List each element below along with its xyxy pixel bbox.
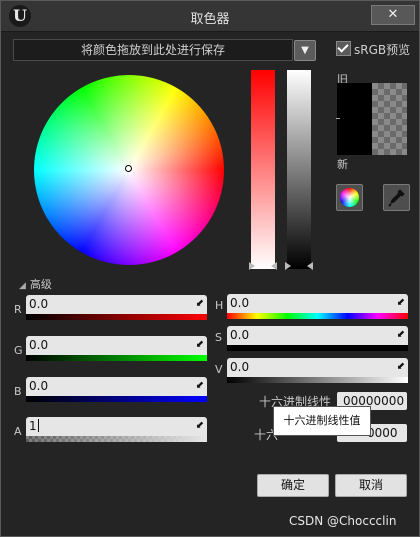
value-channel-field[interactable]: 0.0 ⬋ (227, 358, 408, 377)
srgb-preview-toggle[interactable]: sRGB预览 (336, 41, 410, 58)
hex-linear-tooltip: 十六进制线性值 (273, 406, 371, 436)
save-color-drop-zone[interactable]: 将颜色拖放到此处进行保存 (13, 39, 293, 61)
slider-handle-right-icon[interactable] (307, 262, 313, 270)
cancel-button[interactable]: 取消 (335, 474, 407, 497)
resize-arrow-icon: ⬋ (195, 339, 204, 350)
preview-alpha-swatch (372, 83, 407, 155)
saturation-channel-field[interactable]: 0.0 ⬋ (227, 326, 408, 345)
preview-opaque-swatch (337, 83, 372, 155)
saturation-channel-gradient (227, 345, 408, 351)
color-wheel-icon (340, 188, 359, 207)
resize-arrow-icon: ⬋ (396, 329, 405, 340)
eyedropper-icon (388, 189, 405, 207)
slider-handle-left-icon[interactable] (249, 262, 255, 270)
srgb-preview-label: sRGB预览 (354, 43, 411, 57)
saturation-channel-value: 0.0 (230, 328, 250, 342)
color-picker-window: U 取色器 ✕ 将颜色拖放到此处进行保存 ▼ sRGB预览 旧 新 ◢ 高级 R … (0, 0, 420, 537)
resize-arrow-icon: ⬋ (195, 298, 204, 309)
alpha-channel-field[interactable]: 1 ⬋ (26, 417, 207, 436)
green-channel-field[interactable]: 0.0 ⬋ (26, 336, 207, 355)
blue-channel-label: B (14, 385, 22, 398)
alpha-channel-label: A (14, 425, 22, 438)
value-channel-label: V (215, 363, 223, 376)
alpha-channel-value: 1 (29, 419, 37, 433)
blue-channel-gradient (26, 396, 207, 402)
ok-button[interactable]: 确定 (257, 474, 329, 497)
green-channel-label: G (14, 344, 23, 357)
expand-triangle-icon: ◢ (19, 281, 26, 291)
title-bar[interactable]: U 取色器 ✕ (1, 1, 419, 32)
advanced-label: 高级 (29, 278, 52, 291)
green-channel-value: 0.0 (29, 338, 49, 352)
value-channel-gradient (227, 377, 408, 383)
new-color-label: 新 (337, 158, 348, 171)
preview-divider (336, 118, 340, 119)
value-channel-value: 0.0 (230, 360, 250, 374)
color-preview (336, 83, 407, 155)
resize-arrow-icon: ⬋ (195, 420, 204, 431)
checkbox-icon[interactable] (336, 41, 351, 56)
red-channel-label: R (14, 303, 22, 316)
slider-handle-right-icon[interactable] (271, 262, 277, 270)
green-channel-gradient (26, 355, 207, 361)
eyedropper-button[interactable] (383, 184, 410, 211)
chevron-down-icon[interactable]: ▼ (294, 40, 316, 61)
hue-channel-gradient (227, 313, 408, 319)
hue-channel-value: 0.0 (230, 296, 250, 310)
blue-channel-value: 0.0 (29, 379, 49, 393)
hue-channel-field[interactable]: 0.0 ⬋ (227, 294, 408, 313)
red-channel-field[interactable]: 0.0 ⬋ (26, 295, 207, 314)
resize-arrow-icon: ⬋ (195, 380, 204, 391)
red-channel-gradient (26, 314, 207, 320)
blue-channel-field[interactable]: 0.0 ⬋ (26, 377, 207, 396)
saturation-channel-label: S (215, 331, 222, 344)
window-title: 取色器 (190, 12, 230, 27)
slider-handle-left-icon[interactable] (285, 262, 291, 270)
resize-arrow-icon: ⬋ (396, 297, 405, 308)
hue-channel-label: H (215, 299, 224, 312)
saturation-slider[interactable] (251, 70, 275, 269)
advanced-section-toggle[interactable]: ◢ 高级 (19, 276, 52, 292)
resize-arrow-icon: ⬋ (396, 361, 405, 372)
alpha-channel-gradient (26, 436, 207, 442)
value-slider[interactable] (287, 70, 311, 269)
close-button[interactable]: ✕ (371, 5, 415, 25)
text-caret (37, 419, 39, 432)
color-wheel-mode-button[interactable] (336, 184, 363, 211)
color-wheel-cursor[interactable] (125, 165, 132, 172)
watermark: CSDN @Choccclin (289, 514, 397, 528)
red-channel-value: 0.0 (29, 297, 49, 311)
